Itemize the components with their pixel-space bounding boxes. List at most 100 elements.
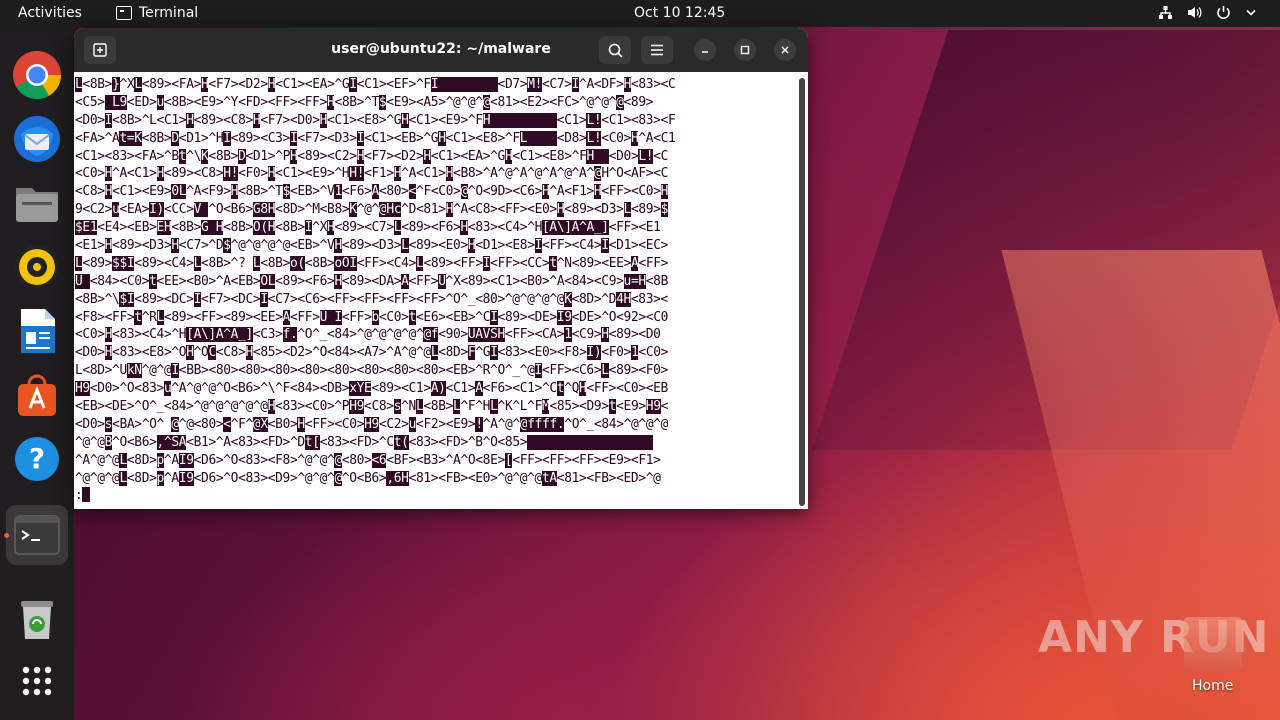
search-button[interactable] [599, 36, 631, 64]
highlighted-text: ,^ [156, 434, 172, 450]
dock-item-rhythmbox[interactable] [11, 241, 63, 293]
software-icon [18, 374, 56, 416]
terminal-text: <FF><FF><FF><E9><F1> [512, 452, 661, 468]
highlighted-text: 0L [171, 184, 187, 200]
app-menu[interactable]: Terminal [116, 5, 198, 21]
highlighted-text: H [401, 112, 409, 128]
dock-item-chrome[interactable] [11, 49, 63, 101]
scrollbar[interactable] [799, 78, 805, 506]
terminal-text: ^F^H [460, 399, 491, 415]
terminal-text: 9<C2> [75, 202, 113, 218]
highlighted-text: } [112, 77, 120, 92]
maximize-button[interactable] [734, 39, 756, 61]
terminal-text: ^K^L^F [497, 399, 543, 415]
highlighted-text: p [156, 470, 164, 486]
terminal-text: ^F<C0> [416, 184, 461, 200]
maximize-icon [740, 45, 750, 55]
system-tray[interactable] [1158, 5, 1260, 20]
highlighted-text: H [104, 345, 113, 361]
highlighted-text: u [408, 416, 417, 432]
terminal-line: <F8><FF>t^RL<89><FF><89><EE>A<FF>U I<FF>… [75, 309, 808, 327]
network-icon[interactable] [1158, 5, 1173, 20]
activities-button[interactable]: Activities [18, 5, 82, 21]
terminal-lines: L<8B>}^XL<89><FA>H<F7><D2>H<C1><EA>^GI<C… [75, 76, 808, 487]
highlighted-text: tA [541, 470, 557, 486]
terminal-text: <89><FF><89><EE> [163, 309, 283, 325]
terminal-line: H9<D0>^O<83>u^A^@^@^O<B6>^\^F<84><DB>xYE… [75, 380, 808, 398]
dock-item-help[interactable]: ? [11, 433, 63, 485]
terminal-text: <F7><D3> [297, 130, 357, 146]
home-folder-label[interactable]: Home [1192, 678, 1233, 694]
highlighted-text: U I [319, 309, 342, 325]
terminal-text: ^X<89><C1><B0>^A<84><C9> [445, 273, 624, 289]
terminal-text: <FF><CC> [490, 255, 550, 271]
highlighted-text: I [430, 77, 498, 92]
terminal-window[interactable]: user@ubuntu22: ~/malware L<8B>}^XL<89><F… [74, 28, 808, 509]
terminal-text: ^X [119, 77, 135, 92]
highlighted-text: D [238, 148, 246, 164]
terminal-text: <D1>^P [245, 148, 291, 164]
terminal-text: ^@^@ [141, 363, 172, 379]
chevron-down-icon[interactable] [1245, 5, 1260, 20]
terminal-text: <FA>^A [75, 130, 120, 146]
terminal-text: <FF> [408, 273, 439, 289]
highlighted-text: G H [201, 220, 224, 236]
terminal-text: <EB>^V [289, 184, 335, 200]
highlighted-text: I) [586, 345, 602, 361]
dock-item-writer[interactable] [11, 305, 63, 357]
volume-icon[interactable] [1187, 5, 1202, 20]
highlighted-text: L! [638, 148, 654, 164]
highlighted-text: t [149, 273, 157, 289]
terminal-line: <D0>s<BA>^O^ @^@<80><^F^@X<B0>H<FF><C0>H… [75, 416, 808, 434]
highlighted-text: M! [527, 77, 543, 92]
show-applications-button[interactable] [11, 655, 63, 707]
terminal-output[interactable]: L<8B>}^XL<89><FA>H<F7><D2>H<C1><EA>^GI<C… [74, 72, 808, 509]
menu-button[interactable] [641, 36, 673, 64]
terminal-text: <85><D2>^O<84><A7>^A^@^@ [252, 345, 431, 361]
terminal-text: <C0> [638, 345, 669, 361]
highlighted-text: L [156, 309, 164, 325]
terminal-text: <D1><E8> [475, 238, 535, 254]
terminal-text: <83><FD>^C [319, 434, 394, 450]
terminal-text: <83><C4>^H [467, 220, 543, 236]
window-titlebar[interactable]: user@ubuntu22: ~/malware [74, 28, 808, 72]
power-icon[interactable] [1216, 5, 1231, 20]
highlighted-text: X [260, 416, 268, 432]
highlighted-text: $ [660, 202, 669, 218]
terminal-text: <ED> [126, 94, 157, 110]
home-folder-icon[interactable] [1184, 617, 1242, 669]
highlighted-text: kN [126, 363, 142, 379]
dock-item-trash[interactable] [11, 593, 63, 645]
dock-item-files[interactable] [11, 177, 63, 229]
dock-item-thunderbird[interactable] [11, 113, 63, 165]
terminal-text: ^G [475, 345, 491, 361]
terminal-text: <C7><C6><FF><FF><FF><FF>^O^_<80>^@^@^@^@ [267, 291, 565, 307]
terminal-text: <C8> [215, 345, 246, 361]
terminal-text: <CC> [163, 202, 194, 218]
highlighted-text: oOI [334, 255, 357, 271]
highlighted-text: t [134, 309, 142, 325]
dock-item-terminal[interactable] [6, 505, 68, 565]
clock[interactable]: Oct 10 12:45 [634, 5, 725, 21]
svg-text:?: ? [29, 442, 45, 475]
terminal-text: <81><FB><E0>^@^@^@ [408, 470, 543, 486]
highlighted-text: I [223, 130, 231, 146]
minimize-button[interactable] [694, 39, 716, 61]
thunderbird-icon [14, 116, 60, 162]
dock-item-software[interactable] [11, 369, 63, 421]
terminal-text: ^O<9D><C6> [467, 184, 543, 200]
terminal-text: <C1><83><FA>^B [75, 148, 179, 164]
highlighted-text: $E1 [75, 220, 98, 236]
terminal-text: <F6><C1>^C [482, 381, 557, 397]
highlighted-text: EH [156, 220, 172, 236]
highlighted-text: B [104, 434, 113, 450]
terminal-text: <E9><A5>^@^@^ [386, 94, 483, 110]
close-button[interactable] [774, 39, 796, 61]
terminal-text: <C1><E8>^F [512, 148, 587, 164]
highlighted-text: H [104, 184, 113, 200]
highlighted-text: H [319, 112, 328, 128]
highlighted-text: H [482, 112, 557, 128]
terminal-text: <83><FD>^B^O<85> [408, 434, 528, 450]
highlighted-text: H! [349, 166, 365, 182]
terminal-text: <FF> [341, 309, 372, 325]
